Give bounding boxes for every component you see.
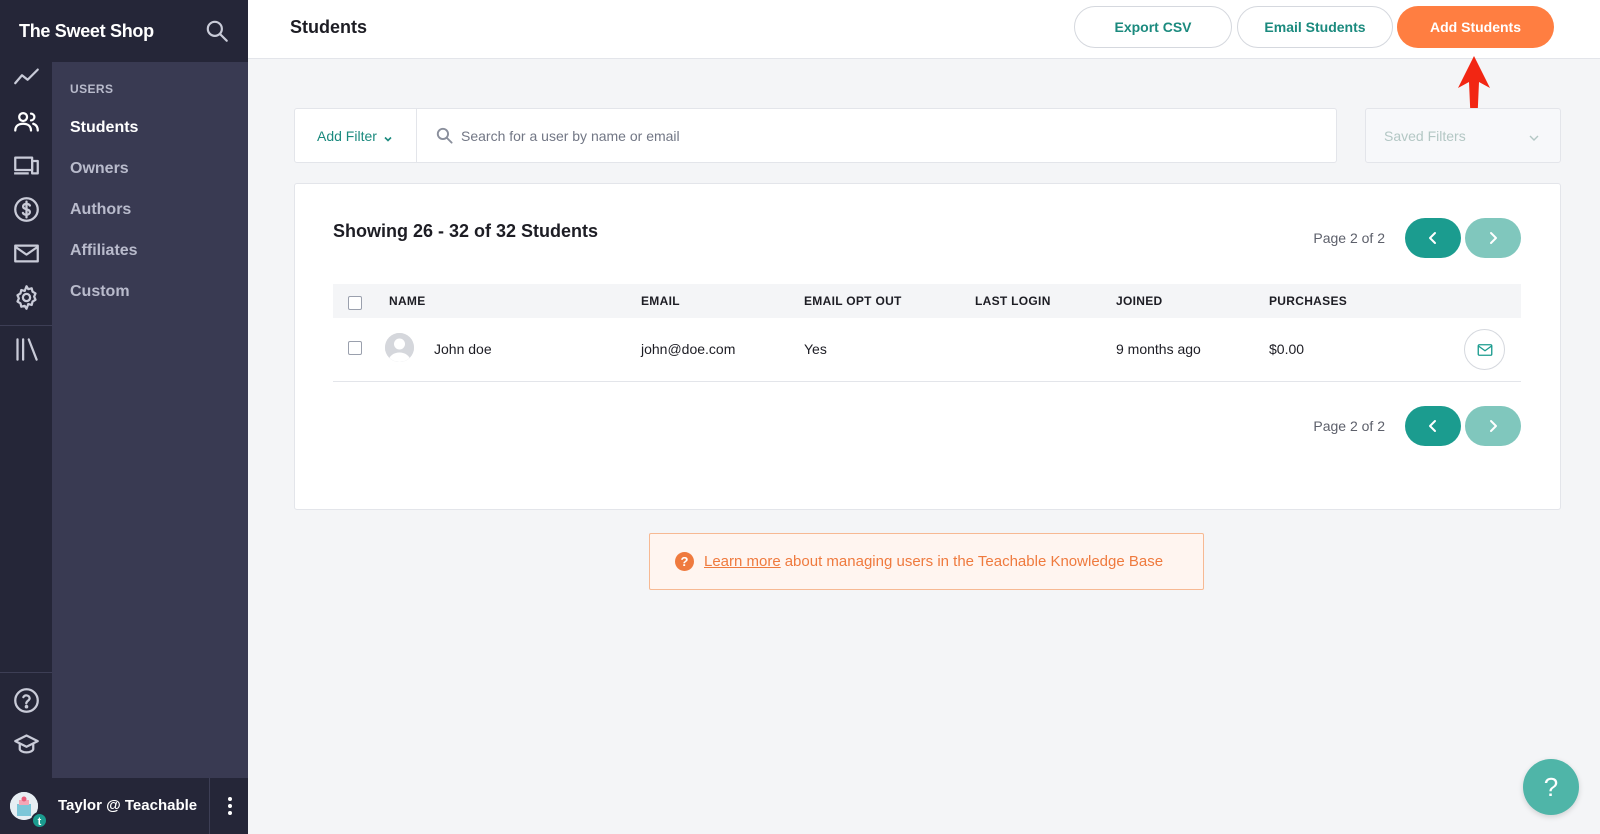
page-indicator: Page 2 of 2 [1313, 418, 1385, 434]
search-icon [435, 126, 454, 145]
icon-rail [0, 62, 52, 778]
table-row[interactable]: John doe john@doe.com Yes 9 months ago $… [333, 318, 1521, 382]
chevron-left-icon [1429, 232, 1436, 244]
knowledge-base-notice: ? Learn more about managing users in the… [649, 533, 1204, 590]
chevron-left-icon [1429, 420, 1436, 432]
export-csv-button[interactable]: Export CSV [1074, 6, 1232, 48]
sidebar-item-authors[interactable]: Authors [70, 201, 131, 219]
table-header: NAME EMAIL EMAIL OPT OUT LAST LOGIN JOIN… [333, 284, 1521, 318]
student-joined: 9 months ago [1116, 341, 1201, 357]
next-page-button[interactable] [1465, 218, 1521, 258]
pagination-bottom: Page 2 of 2 [1313, 406, 1521, 446]
graduation-cap-icon[interactable] [13, 731, 40, 758]
column-header-email[interactable]: EMAIL [641, 294, 680, 308]
next-page-button[interactable] [1465, 406, 1521, 446]
help-button[interactable]: ? [1523, 759, 1579, 815]
brand-bar: The Sweet Shop [0, 0, 248, 62]
rail-divider [0, 672, 52, 673]
previous-page-button[interactable] [1405, 406, 1461, 446]
filter-bar: Add Filter [294, 108, 1337, 163]
email-students-button[interactable]: Email Students [1237, 6, 1393, 48]
saved-filters-dropdown[interactable]: Saved Filters [1365, 108, 1561, 163]
nav-section-heading: USERS [70, 82, 114, 96]
sidebar-item-owners[interactable]: Owners [70, 160, 129, 178]
chevron-down-icon [383, 131, 393, 142]
sidebar-item-custom[interactable]: Custom [70, 283, 130, 301]
search-icon[interactable] [204, 18, 230, 44]
help-circle-icon[interactable] [13, 687, 40, 714]
chevron-down-icon [1528, 131, 1540, 143]
student-name[interactable]: John doe [434, 341, 492, 357]
help-circle-icon: ? [675, 552, 694, 571]
pagination-top: Page 2 of 2 [1313, 218, 1521, 258]
sidebar-item-affiliates[interactable]: Affiliates [70, 242, 138, 260]
student-email: john@doe.com [641, 341, 736, 357]
divider [209, 778, 210, 834]
student-purchases: $0.00 [1269, 341, 1305, 357]
students-card: Showing 26 - 32 of 32 Students Page 2 of… [294, 183, 1561, 510]
analytics-icon[interactable] [13, 64, 40, 91]
learn-more-link[interactable]: Learn more [704, 553, 781, 570]
previous-page-button[interactable] [1405, 218, 1461, 258]
showing-count: Showing 26 - 32 of 32 Students [333, 221, 599, 241]
devices-icon[interactable] [13, 152, 40, 179]
column-header-name[interactable]: NAME [389, 294, 426, 308]
dollar-icon[interactable] [13, 196, 40, 223]
user-name[interactable]: Taylor @ Teachable [58, 797, 197, 814]
notice-text: about managing users in the Teachable Kn… [784, 553, 1164, 570]
add-students-button[interactable]: Add Students [1397, 6, 1554, 48]
saved-filters-label: Saved Filters [1384, 127, 1466, 144]
column-header-email-opt-out[interactable]: EMAIL OPT OUT [804, 294, 902, 308]
mail-icon[interactable] [13, 240, 40, 267]
column-header-purchases[interactable]: PURCHASES [1269, 294, 1347, 308]
chevron-right-icon [1490, 232, 1497, 244]
mail-icon [1477, 343, 1492, 356]
avatar [385, 333, 414, 362]
library-icon[interactable] [13, 336, 40, 363]
sidebar-item-students[interactable]: Students [70, 119, 138, 137]
sidebar: The Sweet Shop USERS Students Owners Aut… [0, 0, 248, 834]
select-all-checkbox[interactable] [348, 296, 362, 310]
user-bar[interactable]: t Taylor @ Teachable [0, 778, 248, 834]
brand-name[interactable]: The Sweet Shop [19, 21, 154, 42]
settings-icon[interactable] [13, 284, 40, 311]
rail-divider [0, 325, 52, 326]
email-student-button[interactable] [1464, 329, 1505, 370]
chevron-right-icon [1490, 420, 1497, 432]
user-badge: t [31, 812, 48, 829]
add-filter-label: Add Filter [317, 127, 377, 144]
users-icon[interactable] [13, 108, 40, 135]
search-input[interactable] [461, 121, 1321, 151]
student-opt-out: Yes [804, 341, 827, 357]
page-indicator: Page 2 of 2 [1313, 230, 1385, 246]
top-bar: Students Export CSV Email Students Add S… [248, 0, 1600, 59]
column-header-last-login[interactable]: LAST LOGIN [975, 294, 1051, 308]
row-checkbox[interactable] [348, 341, 362, 355]
column-header-joined[interactable]: JOINED [1116, 294, 1162, 308]
page-title: Students [290, 17, 368, 37]
more-vertical-icon[interactable] [222, 795, 238, 817]
add-filter-button[interactable]: Add Filter [295, 109, 417, 162]
